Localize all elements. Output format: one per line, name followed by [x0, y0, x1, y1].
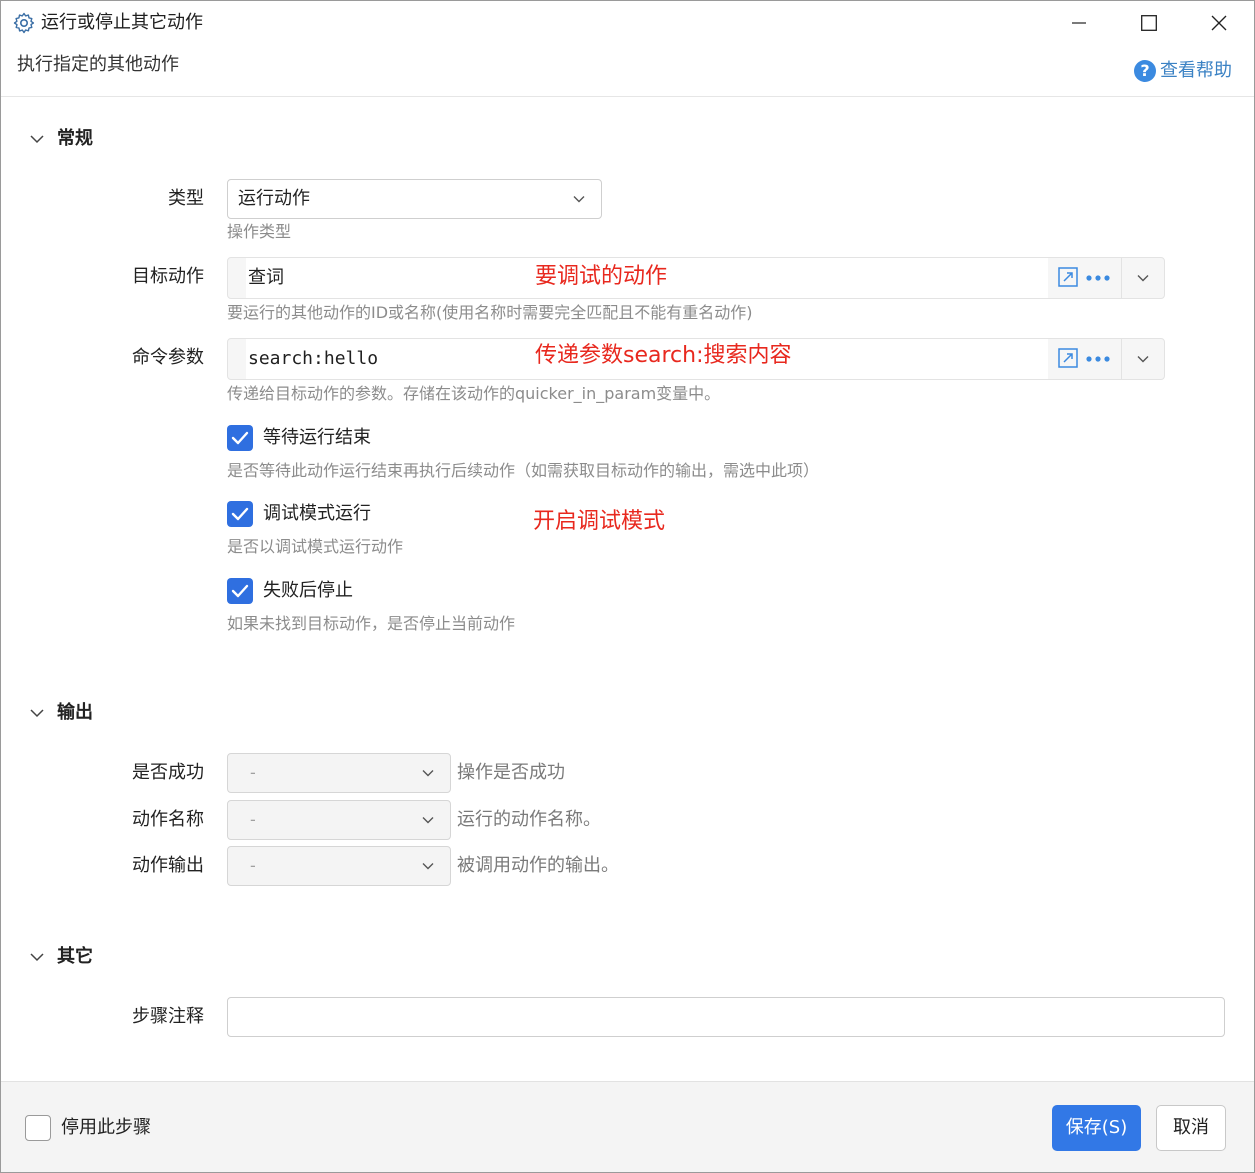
- close-button[interactable]: [1184, 1, 1254, 45]
- section-output-title: 输出: [57, 702, 93, 723]
- output-name-label: 动作名称: [132, 809, 204, 830]
- chevron-down-icon: [422, 770, 434, 777]
- help-link[interactable]: ? 查看帮助: [1134, 59, 1232, 83]
- section-general-title: 常规: [57, 128, 93, 149]
- maximize-icon: [1141, 15, 1157, 31]
- cancel-button[interactable]: 取消: [1156, 1105, 1226, 1151]
- question-circle-icon: ?: [1134, 60, 1156, 82]
- chevron-down-icon: [30, 709, 44, 718]
- stop-on-fail-checkbox[interactable]: [227, 578, 253, 604]
- param-dropdown-button[interactable]: [1121, 339, 1164, 379]
- output-success-select[interactable]: -: [227, 753, 451, 793]
- type-select[interactable]: 运行动作: [227, 179, 602, 219]
- close-icon: [1211, 15, 1227, 31]
- annotation-target: 要调试的动作: [535, 264, 668, 289]
- output-name-desc: 运行的动作名称。: [457, 809, 601, 830]
- param-hint: 传递给目标动作的参数。存储在该动作的quicker_in_param变量中。: [227, 384, 721, 403]
- minimize-button[interactable]: [1044, 1, 1114, 45]
- section-other-title: 其它: [57, 946, 93, 967]
- save-button[interactable]: 保存(S): [1052, 1105, 1141, 1151]
- chevron-down-icon: [30, 135, 44, 144]
- output-success-value: -: [250, 763, 256, 782]
- output-result-desc: 被调用动作的输出。: [457, 855, 619, 876]
- wait-label[interactable]: 等待运行结束: [263, 425, 371, 451]
- help-link-label: 查看帮助: [1160, 60, 1232, 81]
- section-output-header[interactable]: 输出: [29, 701, 93, 725]
- output-success-desc: 操作是否成功: [457, 762, 565, 783]
- dialog-subtitle: 执行指定的其他动作: [17, 54, 179, 75]
- section-general-header[interactable]: 常规: [29, 127, 93, 151]
- type-label: 类型: [168, 188, 204, 209]
- disable-step-label[interactable]: 停用此步骤: [61, 1115, 151, 1141]
- type-select-value: 运行动作: [238, 188, 310, 209]
- window-title: 运行或停止其它动作: [41, 12, 203, 33]
- check-icon: [231, 584, 249, 598]
- stop-on-fail-hint: 如果未找到目标动作，是否停止当前动作: [227, 614, 516, 633]
- more-options-icon[interactable]: [1084, 347, 1112, 371]
- minimize-icon: [1072, 22, 1086, 24]
- param-value: search:hello: [248, 348, 379, 369]
- section-other-header[interactable]: 其它: [29, 945, 93, 969]
- header-divider: [1, 96, 1254, 97]
- chevron-down-icon: [30, 953, 44, 962]
- param-label: 命令参数: [132, 347, 204, 368]
- target-dropdown-button[interactable]: [1121, 258, 1164, 298]
- maximize-button[interactable]: [1114, 1, 1184, 45]
- annotation-debug: 开启调试模式: [533, 509, 666, 534]
- check-icon: [231, 507, 249, 521]
- debug-label[interactable]: 调试模式运行: [263, 501, 371, 527]
- target-label: 目标动作: [132, 266, 204, 287]
- gear-icon: [13, 12, 35, 34]
- dialog-window: 运行或停止其它动作 执行指定的其他动作 ? 查看帮助 常规 类型 运行动作 操作…: [0, 0, 1255, 1173]
- note-label: 步骤注释: [132, 1006, 204, 1027]
- target-action-combo[interactable]: 查词: [227, 257, 1165, 299]
- output-name-value: -: [250, 810, 256, 829]
- chevron-down-icon: [422, 817, 434, 824]
- more-options-icon[interactable]: [1084, 266, 1112, 290]
- disable-step-checkbox[interactable]: [25, 1115, 51, 1141]
- type-hint: 操作类型: [227, 222, 292, 241]
- wait-hint: 是否等待此动作运行结束再执行后续动作（如需获取目标动作的输出，需选中此项）: [227, 461, 820, 480]
- target-action-value: 查词: [248, 267, 284, 288]
- debug-hint: 是否以调试模式运行动作: [227, 537, 404, 556]
- chevron-down-icon: [1137, 275, 1149, 282]
- wait-checkbox[interactable]: [227, 425, 253, 451]
- chevron-down-icon: [422, 863, 434, 870]
- open-external-icon[interactable]: [1058, 348, 1078, 368]
- stop-on-fail-label[interactable]: 失败后停止: [263, 578, 353, 604]
- output-result-select[interactable]: -: [227, 846, 451, 886]
- chevron-down-icon: [573, 196, 585, 203]
- debug-checkbox[interactable]: [227, 501, 253, 527]
- note-input[interactable]: [227, 997, 1225, 1037]
- chevron-down-icon: [1137, 356, 1149, 363]
- output-result-value: -: [250, 856, 256, 875]
- output-name-select[interactable]: -: [227, 800, 451, 840]
- annotation-param: 传递参数search:搜索内容: [535, 343, 792, 368]
- open-external-icon[interactable]: [1058, 267, 1078, 287]
- check-icon: [231, 431, 249, 445]
- target-hint: 要运行的其他动作的ID或名称(使用名称时需要完全匹配且不能有重名动作): [227, 303, 753, 322]
- output-result-label: 动作输出: [132, 855, 204, 876]
- output-success-label: 是否成功: [132, 762, 204, 783]
